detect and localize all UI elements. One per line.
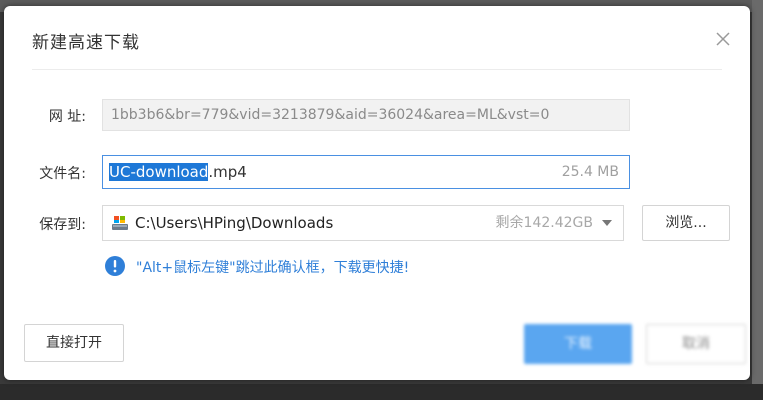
url-field[interactable]: 1bb3b6&br=779&vid=3213879&aid=36024&area…	[102, 99, 630, 131]
filename-input[interactable]: UC-download.mp4 25.4 MB	[102, 155, 630, 189]
filename-extension: .mp4	[208, 163, 247, 181]
dialog-title: 新建高速下载	[32, 33, 140, 53]
filename-selected-text: UC-download	[109, 163, 209, 181]
url-value: 1bb3b6&br=779&vid=3213879&aid=36024&area…	[111, 107, 550, 123]
url-label: 网 址:	[48, 109, 86, 125]
tip-text: "Alt+鼠标左键"跳过此确认框，下载更快捷!	[136, 260, 410, 276]
save-path-text: C:\Users\HPing\Downloads	[135, 214, 334, 232]
file-size: 25.4 MB	[561, 164, 619, 180]
chevron-down-icon[interactable]	[601, 219, 613, 227]
new-download-dialog: 新建高速下载 网 址: 1bb3b6&br=779&vid=3213879&ai…	[4, 6, 750, 380]
title-divider	[32, 69, 722, 70]
drive-icon	[112, 216, 128, 230]
free-space-text: 剩余142.42GB	[495, 215, 593, 231]
direct-open-button[interactable]: 直接打开	[24, 324, 124, 362]
download-button[interactable]: 下载	[524, 324, 632, 364]
cancel-button[interactable]: 取消	[646, 324, 746, 364]
close-button[interactable]	[712, 28, 734, 50]
info-icon	[105, 256, 125, 276]
close-icon	[716, 32, 730, 46]
save-path-select[interactable]: C:\Users\HPing\Downloads 剩余142.42GB	[102, 205, 624, 241]
browse-button[interactable]: 浏览...	[642, 205, 730, 241]
backdrop-bottom	[0, 384, 763, 400]
filename-label: 文件名:	[39, 166, 86, 182]
save-to-label: 保存到:	[39, 217, 86, 233]
backdrop-right	[752, 0, 763, 400]
